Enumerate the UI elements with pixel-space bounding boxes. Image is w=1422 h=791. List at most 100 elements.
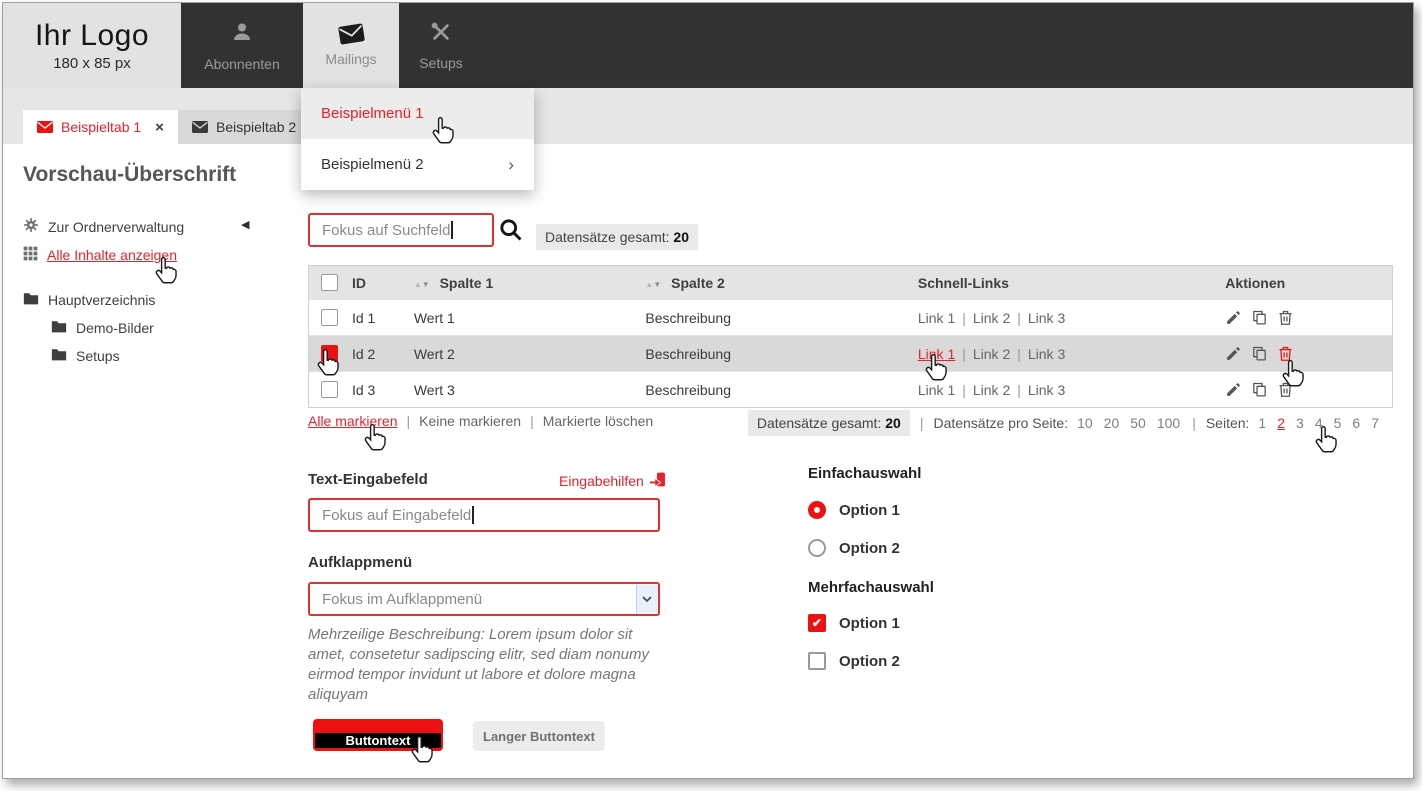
checkbox-option-1[interactable]: ✔ Option 1 xyxy=(808,614,900,632)
folder-icon xyxy=(51,320,67,336)
sort-icon[interactable]: ▲▼ xyxy=(414,280,430,289)
header-spalte-2[interactable]: ▲▼ Spalte 2 xyxy=(645,275,917,291)
checkbox-unchecked[interactable] xyxy=(808,652,826,670)
menu-item-beispielmenu-2[interactable]: Beispielmenü 2 › xyxy=(301,139,534,190)
tab-label: Beispieltab 1 xyxy=(61,119,141,135)
copy-icon[interactable] xyxy=(1251,345,1268,362)
envelope-icon xyxy=(336,22,366,46)
radio-option-1[interactable]: Option 1 xyxy=(808,501,900,519)
insert-helper-icon xyxy=(649,471,666,491)
row-checkbox[interactable] xyxy=(321,309,338,326)
folder-label: Setups xyxy=(76,348,120,364)
page-2-hovered[interactable]: 2 xyxy=(1277,415,1285,431)
copy-icon[interactable] xyxy=(1251,381,1268,398)
checkbox-checked[interactable]: ✔ xyxy=(808,614,826,632)
per-page-10[interactable]: 10 xyxy=(1077,415,1093,431)
radio-unselected[interactable] xyxy=(808,539,826,557)
folder-item-demo-bilder[interactable]: Demo-Bilder xyxy=(51,320,154,336)
quick-link-1[interactable]: Link 1 xyxy=(918,382,955,398)
helper-link[interactable]: Eingabehilfen xyxy=(559,471,666,491)
text-input[interactable]: Fokus auf Eingabefeld xyxy=(308,498,660,532)
edit-icon[interactable] xyxy=(1225,381,1242,398)
sidebar-item-ordnerverwaltung[interactable]: Zur Ordnerverwaltung xyxy=(23,217,184,236)
radio-option-2[interactable]: Option 2 xyxy=(808,539,900,557)
tab-beispieltab-2[interactable]: Beispieltab 2 xyxy=(178,110,312,144)
select-all-link[interactable]: Alle markieren xyxy=(308,413,397,429)
search-icon[interactable] xyxy=(498,217,523,247)
header-spalte-1[interactable]: ▲▼ Spalte 1 xyxy=(414,275,646,291)
records-total-value: 20 xyxy=(673,229,689,245)
secondary-button[interactable]: Langer Buttontext xyxy=(473,721,605,751)
nav-item-mailings[interactable]: Mailings xyxy=(303,3,399,88)
quick-link-2[interactable]: Link 2 xyxy=(973,382,1010,398)
folder-item-setups[interactable]: Setups xyxy=(51,348,120,364)
menu-item-beispielmenu-1[interactable]: Beispielmenü 1 xyxy=(301,88,534,139)
select-all-checkbox[interactable] xyxy=(321,274,338,291)
quick-link-2[interactable]: Link 2 xyxy=(973,346,1010,362)
nav-item-setups[interactable]: Setups xyxy=(399,3,483,88)
page-7[interactable]: 7 xyxy=(1371,415,1379,431)
sidebar-collapse-arrow[interactable]: ◀ xyxy=(241,218,249,231)
sidebar-link-label: Zur Ordnerverwaltung xyxy=(48,219,184,235)
text-input-label: Text-Eingabefeld xyxy=(308,471,428,488)
mailings-dropdown-menu: Beispielmenü 1 Beispielmenü 2 › xyxy=(301,88,534,190)
page-4[interactable]: 4 xyxy=(1315,415,1323,431)
page-6[interactable]: 6 xyxy=(1352,415,1360,431)
page-5[interactable]: 5 xyxy=(1334,415,1342,431)
quick-link-3[interactable]: Link 3 xyxy=(1028,310,1065,326)
radio-group-heading: Einfachauswahl xyxy=(808,465,921,482)
search-input-text: Fokus auf Suchfeld xyxy=(322,222,450,239)
primary-button-band: Buttontext xyxy=(315,733,441,748)
header-id[interactable]: ID xyxy=(352,275,414,291)
checkbox-option-2[interactable]: Option 2 xyxy=(808,652,900,670)
logo[interactable]: Ihr Logo 180 x 85 px xyxy=(3,3,181,88)
edit-icon[interactable] xyxy=(1225,309,1242,326)
records-total-label: Datensätze gesamt: xyxy=(757,415,882,431)
quick-link-3[interactable]: Link 3 xyxy=(1028,346,1065,362)
search-input[interactable]: Fokus auf Suchfeld xyxy=(308,213,494,247)
per-page-label: Datensätze pro Seite: xyxy=(933,415,1068,431)
envelope-icon xyxy=(37,121,53,133)
cell-id: Id 1 xyxy=(352,310,414,326)
tab-beispieltab-1[interactable]: Beispieltab 1 × xyxy=(23,110,178,144)
cell-links: Link 1|Link 2|Link 3 xyxy=(918,382,1225,398)
sort-icon[interactable]: ▲▼ xyxy=(645,280,661,289)
text-input-value: Fokus auf Eingabefeld xyxy=(322,507,471,524)
page-1[interactable]: 1 xyxy=(1258,415,1266,431)
edit-icon[interactable] xyxy=(1225,345,1242,362)
records-total-label: Datensätze gesamt: xyxy=(545,229,670,245)
quick-link-3[interactable]: Link 3 xyxy=(1028,382,1065,398)
quick-link-1[interactable]: Link 1 xyxy=(918,310,955,326)
radio-selected[interactable] xyxy=(808,501,826,519)
nav-item-label: Abonnenten xyxy=(204,56,280,72)
delete-icon-hovered[interactable] xyxy=(1277,345,1294,362)
delete-icon[interactable] xyxy=(1277,309,1294,326)
primary-button[interactable]: Buttontext xyxy=(313,719,443,751)
row-checkbox[interactable] xyxy=(321,381,338,398)
grid-icon xyxy=(23,246,38,264)
folder-item-hauptverzeichnis[interactable]: Hauptverzeichnis xyxy=(23,292,155,308)
sidebar-link-label: Alle Inhalte anzeigen xyxy=(47,247,177,263)
folder-label: Demo-Bilder xyxy=(76,320,154,336)
chevron-down-icon[interactable] xyxy=(636,585,657,613)
tab-bar: Beispieltab 1 × Beispieltab 2 xyxy=(3,88,1413,144)
cell-col1: Wert 2 xyxy=(414,346,646,362)
sidebar-item-alle-inhalte[interactable]: Alle Inhalte anzeigen xyxy=(23,246,177,264)
separator: | xyxy=(530,413,534,429)
close-icon[interactable]: × xyxy=(155,119,164,136)
delete-icon[interactable] xyxy=(1277,381,1294,398)
quick-link-2[interactable]: Link 2 xyxy=(973,310,1010,326)
dropdown-select[interactable]: Fokus im Aufklappmenü xyxy=(308,582,660,616)
select-none-link[interactable]: Keine markieren xyxy=(419,413,521,429)
per-page-20[interactable]: 20 xyxy=(1104,415,1120,431)
per-page-100[interactable]: 100 xyxy=(1157,415,1180,431)
quick-link-1-hovered[interactable]: Link 1 xyxy=(918,346,955,362)
page-3[interactable]: 3 xyxy=(1296,415,1304,431)
pagination: Datensätze gesamt: 20 | Datensätze pro S… xyxy=(748,410,1381,436)
copy-icon[interactable] xyxy=(1251,309,1268,326)
row-checkbox-checked[interactable] xyxy=(321,345,338,362)
delete-marked-link[interactable]: Markierte löschen xyxy=(543,413,654,429)
per-page-50[interactable]: 50 xyxy=(1130,415,1146,431)
nav-item-abonnenten[interactable]: Abonnenten xyxy=(181,3,303,88)
cell-id: Id 2 xyxy=(352,346,414,362)
